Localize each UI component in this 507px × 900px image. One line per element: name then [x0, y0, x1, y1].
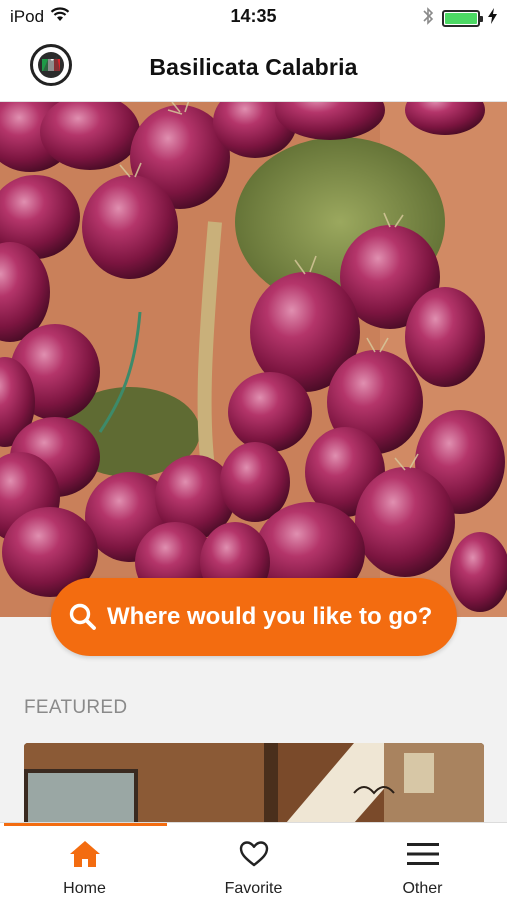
status-right [422, 6, 497, 31]
tab-favorite-label: Favorite [224, 880, 283, 897]
search-label: Where would you like to go? [107, 603, 433, 630]
hero-photo [0, 102, 507, 617]
charging-bolt-icon [488, 8, 497, 29]
nav-bar: Basilicata Calabria [0, 34, 507, 102]
bluetooth-icon [422, 6, 434, 31]
tab-bar: Home Favorite Other [0, 822, 507, 900]
tab-home[interactable]: Home [0, 823, 169, 900]
featured-card[interactable] [24, 743, 484, 823]
home-icon [68, 837, 102, 871]
tab-other-label: Other [402, 880, 443, 897]
heart-icon [237, 837, 271, 871]
featured-heading: FEATURED [24, 697, 128, 718]
hero-image [0, 102, 507, 617]
tab-home-label: Home [63, 880, 106, 897]
tab-other[interactable]: Other [338, 823, 507, 900]
tab-favorite[interactable]: Favorite [169, 823, 338, 900]
battery-icon [442, 10, 483, 27]
page-title: Basilicata Calabria [149, 54, 358, 80]
search-icon [69, 603, 96, 630]
status-bar: iPod 14:35 [0, 0, 507, 34]
menu-icon [406, 837, 440, 871]
featured-card-image [24, 743, 484, 823]
search-button[interactable]: Where would you like to go? [51, 578, 457, 656]
